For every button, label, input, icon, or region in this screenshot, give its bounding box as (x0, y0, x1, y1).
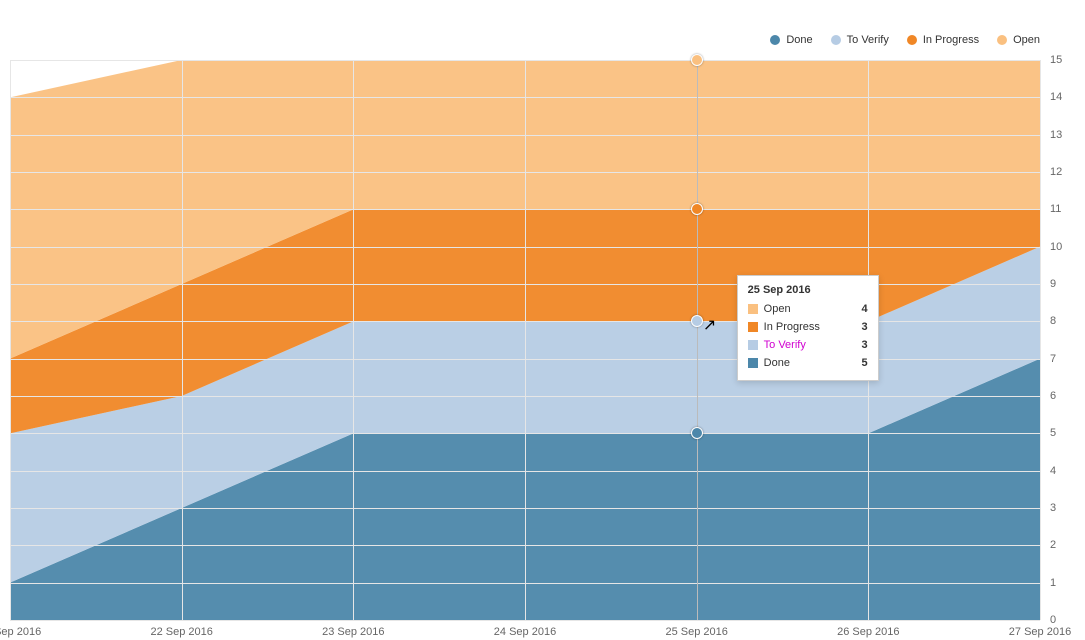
legend-label: To Verify (847, 34, 889, 46)
y-tick-label: 13 (1050, 129, 1080, 141)
tooltip-series-label: To Verify (764, 336, 846, 354)
gridline-v (353, 60, 354, 620)
tooltip-row: In Progress 3 (748, 318, 868, 336)
plot-area[interactable]: 012345678910111213141521 Sep 201622 Sep … (10, 60, 1040, 621)
y-tick-label: 7 (1050, 353, 1080, 365)
legend-dot-icon (997, 35, 1007, 45)
hover-guideline (697, 60, 698, 620)
y-tick-label: 6 (1050, 390, 1080, 402)
y-tick-label: 2 (1050, 539, 1080, 551)
tooltip-series-label: Done (764, 354, 846, 372)
legend-label: Done (786, 34, 812, 46)
tooltip-swatch-icon (748, 304, 758, 314)
tooltip-swatch-icon (748, 358, 758, 368)
y-tick-label: 5 (1050, 427, 1080, 439)
tooltip-row: To Verify 3 (748, 336, 868, 354)
tooltip-series-value: 3 (862, 318, 868, 336)
y-tick-label: 14 (1050, 91, 1080, 103)
legend-item-in-progress[interactable]: In Progress (907, 34, 979, 46)
y-tick-label: 1 (1050, 577, 1080, 589)
tooltip-series-value: 5 (862, 354, 868, 372)
tooltip-row: Done 5 (748, 354, 868, 372)
tooltip-series-label: Open (764, 300, 846, 318)
tooltip-swatch-icon (748, 322, 758, 332)
gridline-h (10, 620, 1040, 621)
x-tick-label: 26 Sep 2016 (837, 626, 899, 638)
tooltip-series-label: In Progress (764, 318, 846, 336)
x-tick-label: 23 Sep 2016 (322, 626, 384, 638)
y-tick-label: 12 (1050, 166, 1080, 178)
x-tick-label: 27 Sep 2016 (1009, 626, 1071, 638)
gridline-v (10, 60, 11, 620)
y-tick-label: 4 (1050, 465, 1080, 477)
y-tick-label: 9 (1050, 278, 1080, 290)
stacked-area-chart: Done To Verify In Progress Open 01234567… (0, 0, 1085, 640)
hover-tooltip: 25 Sep 2016Open4In Progress3To Verify3Do… (737, 275, 879, 381)
legend-label: Open (1013, 34, 1040, 46)
hover-marker-to-verify (691, 315, 703, 327)
y-tick-label: 15 (1050, 54, 1080, 66)
hover-marker-open (691, 54, 703, 66)
tooltip-series-value: 3 (862, 336, 868, 354)
hover-marker-done (691, 427, 703, 439)
tooltip-series-value: 4 (862, 300, 868, 318)
y-tick-label: 0 (1050, 614, 1080, 626)
y-tick-label: 11 (1050, 203, 1080, 215)
hover-marker-in-progress (691, 203, 703, 215)
legend-item-done[interactable]: Done (770, 34, 812, 46)
gridline-v (525, 60, 526, 620)
y-tick-label: 10 (1050, 241, 1080, 253)
legend-dot-icon (770, 35, 780, 45)
legend-item-open[interactable]: Open (997, 34, 1040, 46)
tooltip-title: 25 Sep 2016 (748, 284, 868, 296)
tooltip-row: Open 4 (748, 300, 868, 318)
y-tick-label: 3 (1050, 502, 1080, 514)
x-tick-label: 25 Sep 2016 (665, 626, 727, 638)
legend-dot-icon (831, 35, 841, 45)
y-tick-label: 8 (1050, 315, 1080, 327)
legend-label: In Progress (923, 34, 979, 46)
x-tick-label: 24 Sep 2016 (494, 626, 556, 638)
x-tick-label: 21 Sep 2016 (0, 626, 41, 638)
x-tick-label: 22 Sep 2016 (150, 626, 212, 638)
tooltip-swatch-icon (748, 340, 758, 350)
gridline-v (182, 60, 183, 620)
chart-legend: Done To Verify In Progress Open (10, 34, 1040, 46)
gridline-v (1040, 60, 1041, 620)
legend-item-to-verify[interactable]: To Verify (831, 34, 889, 46)
legend-dot-icon (907, 35, 917, 45)
